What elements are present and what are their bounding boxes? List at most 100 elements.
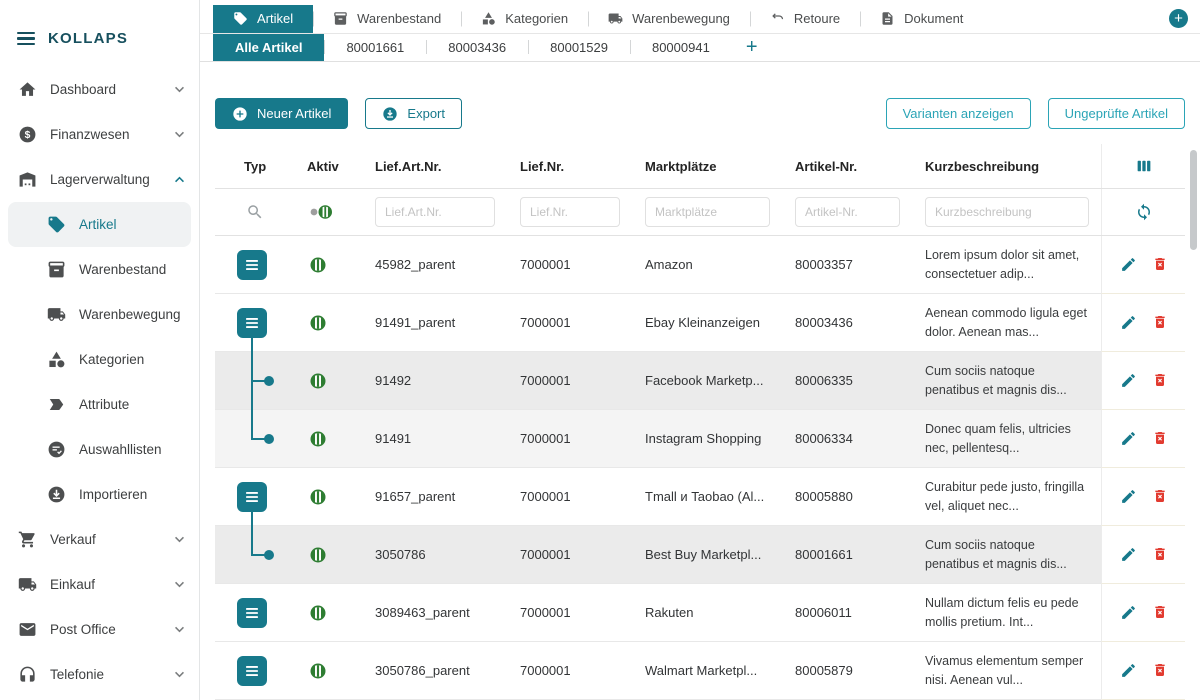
tag-icon [233,11,248,26]
sidebar-item-attribute[interactable]: Attribute [0,382,199,427]
sidebar-item-artikel[interactable]: Artikel [8,202,191,247]
search-icon[interactable] [215,203,295,221]
subtab-label: 80001529 [550,40,608,55]
tab-warenbewegung[interactable]: Warenbewegung [588,5,750,33]
delete-button[interactable] [1152,372,1168,388]
return-arrow-icon [770,11,785,26]
column-header-typ[interactable]: Typ [215,159,295,174]
active-status-icon [309,662,327,680]
button-label: Varianten anzeigen [903,106,1014,121]
filter-kurzbeschreibung-input[interactable] [925,197,1089,227]
column-header-aktiv[interactable]: Aktiv [295,159,362,174]
delete-button[interactable] [1152,314,1168,330]
delete-button[interactable] [1152,604,1168,620]
sidebar-item-importieren[interactable]: Importieren [0,472,199,517]
article-type-list-icon[interactable] [237,656,267,686]
table-row[interactable]: 91657_parent 7000001 Tmall и Taobao (Al.… [215,468,1185,526]
vertical-scrollbar[interactable] [1190,150,1197,250]
chevron-down-icon [174,671,185,678]
active-filter-toggle-icon[interactable] [295,203,362,221]
delete-button[interactable] [1152,546,1168,562]
filter-artikel-nr-input[interactable] [795,197,900,227]
table-row[interactable]: 91491 7000001 Instagram Shopping 8000633… [215,410,1185,468]
chevron-down-icon [174,131,185,138]
lief-nr-cell: 7000001 [507,315,632,330]
sidebar-item-lagerverwaltung[interactable]: Lagerverwaltung [0,157,199,202]
tab-dokument[interactable]: Dokument [860,5,983,33]
subtab-80001529[interactable]: 80001529 [528,34,630,62]
add-module-tab-button[interactable]: + [1169,9,1188,28]
new-article-button[interactable]: Neuer Artikel [215,98,348,129]
filter-marktplaetze-input[interactable] [645,197,770,227]
sidebar-item-warenbewegung[interactable]: Warenbewegung [0,292,199,337]
table-row[interactable]: 3089463_parent 7000001 Rakuten 80006011 … [215,584,1185,642]
table-row[interactable]: 91492 7000001 Facebook Marketp... 800063… [215,352,1185,410]
table-row[interactable]: 3050786 7000001 Best Buy Marketpl... 800… [215,526,1185,584]
subtab-80001661[interactable]: 80001661 [324,34,426,62]
delete-button[interactable] [1152,662,1168,678]
edit-button[interactable] [1120,604,1137,621]
delete-button[interactable] [1152,256,1168,272]
column-header-marktplaetze[interactable]: Marktplätze [632,159,782,174]
column-header-kurzbeschreibung[interactable]: Kurzbeschreibung [912,159,1101,174]
tab-label: Artikel [257,11,293,26]
column-header-lief-nr[interactable]: Lief.Nr. [507,159,632,174]
table-row[interactable]: 91491_parent 7000001 Ebay Kleinanzeigen … [215,294,1185,352]
unchecked-articles-button[interactable]: Ungeprüfte Artikel [1048,98,1185,129]
filter-lief-art-nr-input[interactable] [375,197,495,227]
chevron-down-icon [174,581,185,588]
mail-icon [17,620,37,640]
edit-button[interactable] [1120,314,1137,331]
sidebar-item-finanzwesen[interactable]: $ Finanzwesen [0,112,199,157]
column-header-lief-art-nr[interactable]: Lief.Art.Nr. [362,159,507,174]
export-button[interactable]: Export [365,98,462,129]
subtab-80003436[interactable]: 80003436 [426,34,528,62]
edit-button[interactable] [1120,662,1137,679]
edit-button[interactable] [1120,256,1137,273]
sidebar-item-auswahllisten[interactable]: Auswahllisten [0,427,199,472]
sidebar-item-verkauf[interactable]: Verkauf [0,517,199,562]
button-label: Export [407,106,445,121]
article-type-list-icon[interactable] [237,308,267,338]
show-variants-button[interactable]: Varianten anzeigen [886,98,1031,129]
sidebar-item-dashboard[interactable]: Dashboard [0,67,199,112]
subtab-alle-artikel[interactable]: Alle Artikel [213,34,324,62]
tab-kategorien[interactable]: Kategorien [461,5,588,33]
refresh-icon[interactable] [1135,203,1153,221]
edit-button[interactable] [1120,430,1137,447]
sidebar-item-warenbestand[interactable]: Warenbestand [0,247,199,292]
article-type-list-icon[interactable] [237,482,267,512]
edit-button[interactable] [1120,488,1137,505]
document-icon [880,11,895,26]
delete-button[interactable] [1152,430,1168,446]
svg-text:$: $ [24,130,30,141]
tab-warenbestand[interactable]: Warenbestand [313,5,461,33]
kurzbeschreibung-cell: Aenean commodo ligula eget dolor. Aenean… [912,304,1101,340]
table-row[interactable]: 45982_parent 7000001 Amazon 80003357 Lor… [215,236,1185,294]
category-shapes-icon [481,11,496,26]
filter-lief-nr-input[interactable] [520,197,620,227]
columns-icon[interactable] [1135,157,1153,175]
add-article-tab-button[interactable]: + [732,34,772,62]
article-type-list-icon[interactable] [237,598,267,628]
sidebar-item-kategorien[interactable]: Kategorien [0,337,199,382]
edit-button[interactable] [1120,372,1137,389]
column-header-artikel-nr[interactable]: Artikel-Nr. [782,159,912,174]
tab-artikel[interactable]: Artikel [213,5,313,33]
lief-nr-cell: 7000001 [507,373,632,388]
article-type-list-icon[interactable] [237,250,267,280]
delete-button[interactable] [1152,488,1168,504]
active-status-icon [309,430,327,448]
edit-button[interactable] [1120,546,1137,563]
sidebar-item-telefonie[interactable]: Telefonie [0,652,199,697]
tab-retoure[interactable]: Retoure [750,5,860,33]
articles-table: Typ Aktiv Lief.Art.Nr. Lief.Nr. Marktplä… [215,144,1185,700]
table-row[interactable]: 3050786_parent 7000001 Walmart Marketpl.… [215,642,1185,700]
sidebar-item-label: Warenbestand [79,262,166,277]
add-circle-icon [232,106,248,122]
subtab-80000941[interactable]: 80000941 [630,34,732,62]
sidebar-item-einkauf[interactable]: Einkauf [0,562,199,607]
menu-icon[interactable] [17,32,35,46]
lief-nr-cell: 7000001 [507,257,632,272]
sidebar-item-post-office[interactable]: Post Office [0,607,199,652]
